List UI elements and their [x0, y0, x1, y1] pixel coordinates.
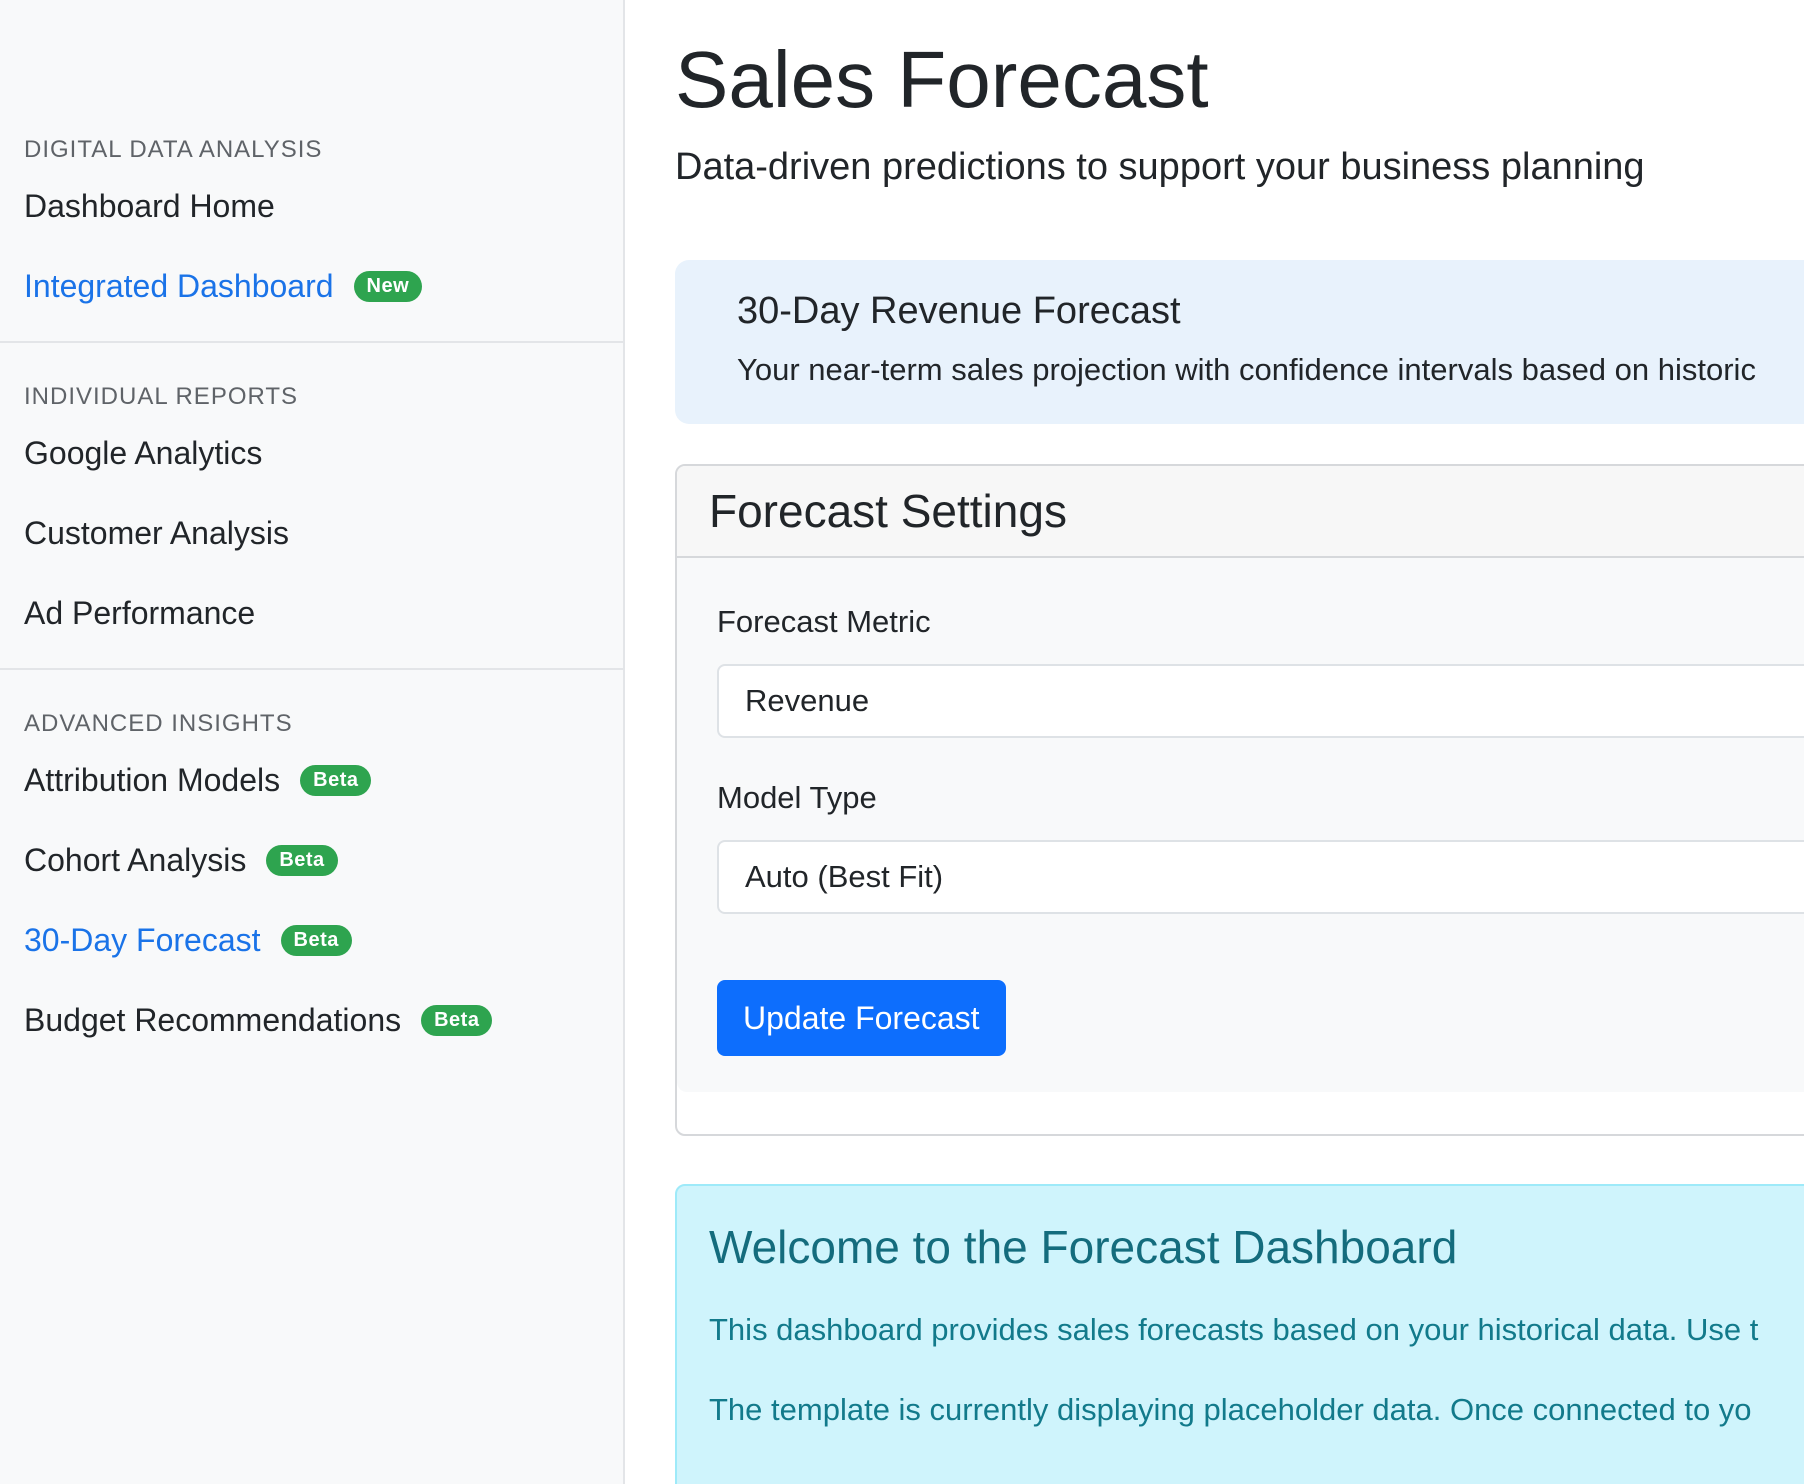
- sidebar-heading-advanced-insights: ADVANCED INSIGHTS: [24, 710, 293, 737]
- sidebar-item-budget-recommendations[interactable]: Budget Recommendations Beta: [24, 996, 493, 1044]
- sidebar-item-label: Customer Analysis: [24, 514, 289, 551]
- banner-title: 30-Day Revenue Forecast: [737, 290, 1181, 332]
- sidebar-item-label: Google Analytics: [24, 434, 263, 471]
- forecast-metric-select[interactable]: Revenue: [717, 664, 1804, 738]
- sidebar-item-customer-analysis[interactable]: Customer Analysis: [24, 509, 289, 557]
- sidebar-heading-digital-data-analysis: DIGITAL DATA ANALYSIS: [24, 136, 323, 163]
- sidebar-item-dashboard-home[interactable]: Dashboard Home: [24, 182, 275, 230]
- sidebar: DIGITAL DATA ANALYSIS Dashboard Home Int…: [0, 0, 625, 1484]
- sidebar-item-ad-performance[interactable]: Ad Performance: [24, 589, 255, 637]
- forecast-metric-label: Forecast Metric: [717, 604, 931, 639]
- sidebar-divider: [0, 668, 623, 670]
- welcome-alert: Welcome to the Forecast Dashboard This d…: [675, 1184, 1804, 1484]
- banner-description: Your near-term sales projection with con…: [737, 352, 1756, 387]
- sidebar-divider: [0, 341, 623, 343]
- sidebar-item-30-day-forecast[interactable]: 30-Day Forecast Beta: [24, 916, 352, 964]
- update-forecast-button[interactable]: Update Forecast: [717, 980, 1006, 1056]
- sidebar-item-label: 30-Day Forecast: [24, 921, 261, 958]
- sidebar-item-attribution-models[interactable]: Attribution Models Beta: [24, 756, 372, 804]
- beta-badge: Beta: [266, 844, 338, 876]
- sidebar-heading-individual-reports: INDIVIDUAL REPORTS: [24, 383, 299, 410]
- main-content: Sales Forecast Data-driven predictions t…: [627, 0, 1804, 1484]
- app-window: DIGITAL DATA ANALYSIS Dashboard Home Int…: [0, 0, 1804, 1484]
- sidebar-item-label: Cohort Analysis: [24, 841, 247, 878]
- sidebar-item-integrated-dashboard[interactable]: Integrated Dashboard New: [24, 262, 423, 310]
- card-header: Forecast Settings: [677, 466, 1804, 558]
- sidebar-item-google-analytics[interactable]: Google Analytics: [24, 429, 262, 477]
- new-badge: New: [353, 270, 423, 302]
- sidebar-item-label: Ad Performance: [24, 594, 256, 631]
- page-subtitle: Data-driven predictions to support your …: [675, 146, 1645, 188]
- alert-text-line: The template is currently displaying pla…: [709, 1392, 1752, 1427]
- forecast-settings-card: Forecast Settings Forecast Metric Revenu…: [675, 464, 1804, 1136]
- sidebar-item-cohort-analysis[interactable]: Cohort Analysis Beta: [24, 836, 338, 884]
- beta-badge: Beta: [421, 1004, 493, 1036]
- model-type-select[interactable]: Auto (Best Fit): [717, 840, 1804, 914]
- sidebar-item-label: Budget Recommendations: [24, 1001, 402, 1038]
- card-title: Forecast Settings: [709, 485, 1067, 537]
- sidebar-item-label: Dashboard Home: [24, 187, 275, 224]
- sidebar-item-label: Attribution Models: [24, 761, 281, 798]
- page-title: Sales Forecast: [675, 35, 1209, 124]
- alert-text-line: This dashboard provides sales forecasts …: [709, 1312, 1759, 1347]
- sidebar-item-label: Integrated Dashboard: [24, 267, 334, 304]
- alert-title: Welcome to the Forecast Dashboard: [709, 1221, 1458, 1273]
- beta-badge: Beta: [280, 924, 352, 956]
- revenue-forecast-banner: 30-Day Revenue Forecast Your near-term s…: [675, 260, 1804, 424]
- beta-badge: Beta: [300, 764, 372, 796]
- model-type-label: Model Type: [717, 780, 877, 815]
